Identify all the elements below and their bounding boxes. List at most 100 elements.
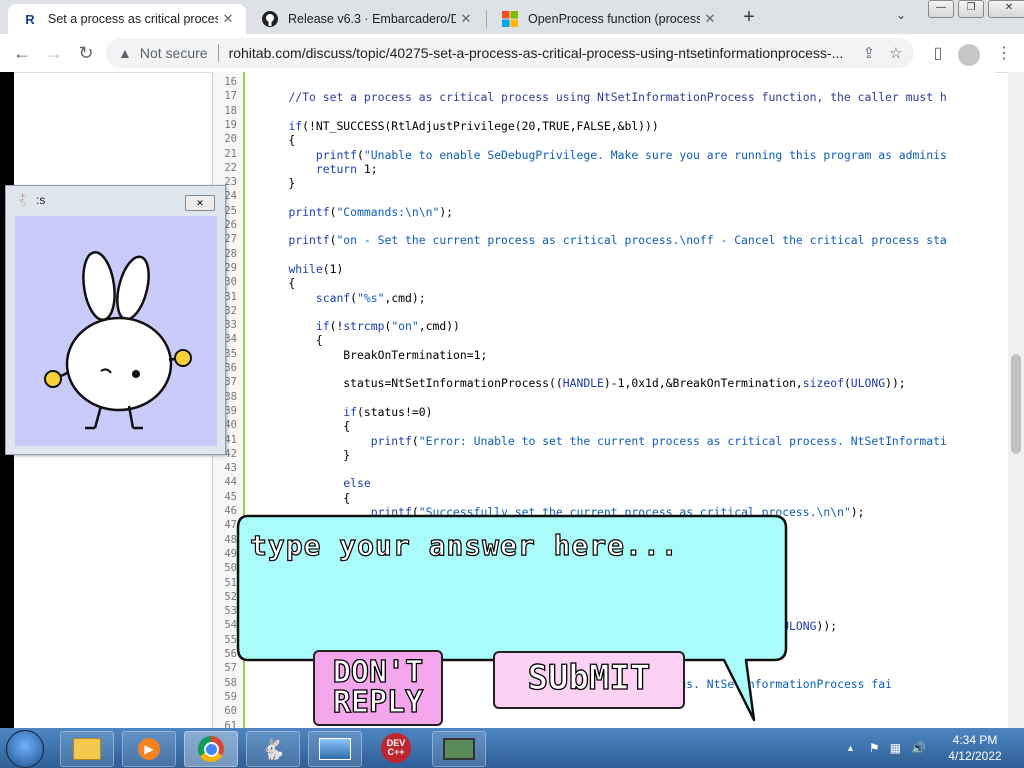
code-line: 23 } xyxy=(213,176,993,190)
url-text[interactable]: rohitab.com/discuss/topic/40275-set-a-pr… xyxy=(229,45,849,61)
close-tab-icon[interactable]: ✕ xyxy=(218,11,238,27)
network-icon[interactable]: ▦ xyxy=(890,741,901,755)
code-text: status=NtSetInformationProcess((HANDLE)-… xyxy=(261,376,906,391)
devcpp-icon: DEV C++ xyxy=(381,733,411,763)
dont-reply-button[interactable]: DON'T REPLY xyxy=(313,650,443,726)
code-text: scanf("%s",cmd); xyxy=(315,290,426,305)
kebab-menu-icon[interactable]: ⋮ xyxy=(992,42,1016,66)
share-icon[interactable]: ⇪ xyxy=(863,44,876,62)
bunny-window: 🐇 :s ✕ xyxy=(5,185,226,455)
new-tab-button[interactable]: + xyxy=(738,6,760,28)
bunny-illustration xyxy=(44,251,192,430)
address-separator xyxy=(217,44,219,62)
code-text: } xyxy=(261,447,351,462)
code-line: 30 { xyxy=(213,276,993,290)
line-number: 18 xyxy=(224,104,237,117)
line-number: 19 xyxy=(224,118,237,131)
line-number: 21 xyxy=(224,147,237,160)
tab-title: Set a process as critical process u xyxy=(48,12,218,26)
restore-button[interactable]: ❐ xyxy=(958,0,984,18)
system-taskbar-button[interactable] xyxy=(432,731,486,767)
code-text: //To set a process as critical process u… xyxy=(288,90,947,105)
line-number: 16 xyxy=(224,76,237,88)
not-secure-label[interactable]: Not secure xyxy=(140,45,208,61)
action-center-flag-icon[interactable]: ⚑ xyxy=(869,741,880,755)
window-controls: — ❐ ✕ xyxy=(928,0,1024,18)
code-text: printf("Unable to enable SeDebugPrivileg… xyxy=(315,147,947,162)
side-panel-icon[interactable]: ▯ xyxy=(926,42,950,66)
profile-avatar-icon[interactable] xyxy=(958,44,980,66)
answer-input[interactable] xyxy=(248,524,772,566)
code-text: while(1) xyxy=(288,261,344,276)
devcpp-taskbar-button[interactable]: DEV C++ xyxy=(370,731,422,765)
picture-viewer-taskbar-button[interactable] xyxy=(308,731,362,767)
code-line: 40 { xyxy=(213,419,993,433)
tab-rohitab[interactable]: R Set a process as critical process u ✕ xyxy=(8,4,246,34)
code-text: } xyxy=(261,176,296,191)
tab-github-release[interactable]: Release v6.3 · Embarcadero/Dev- ✕ xyxy=(248,4,484,34)
code-text: return 1; xyxy=(315,161,378,176)
code-text: printf("Error: Unable to set the current… xyxy=(370,433,947,448)
chrome-icon xyxy=(198,736,224,762)
code-text: if(!NT_SUCCESS(RtlAdjustPrivilege(20,TRU… xyxy=(288,118,659,133)
close-tab-icon[interactable]: ✕ xyxy=(456,11,476,27)
chrome-taskbar-button[interactable] xyxy=(184,731,238,767)
code-text: printf("on - Set the current process as … xyxy=(288,233,947,248)
code-line: 20 { xyxy=(213,133,993,147)
tab-separator xyxy=(486,10,487,28)
warning-triangle-icon[interactable]: ▲ xyxy=(118,45,132,61)
line-number: 43 xyxy=(224,462,237,475)
media-player-icon: ▶ xyxy=(138,738,160,760)
taskbar-clock[interactable]: 4:34 PM 4/12/2022 xyxy=(944,732,1006,764)
minimize-button[interactable]: — xyxy=(928,0,954,18)
code-line: 19 if(!NT_SUCCESS(RtlAdjustPrivilege(20,… xyxy=(213,119,993,133)
code-line: 26 xyxy=(213,219,993,233)
start-orb-icon[interactable] xyxy=(6,730,44,768)
code-line: 24 xyxy=(213,190,993,204)
close-tab-icon[interactable]: ✕ xyxy=(700,11,720,27)
code-line: 32 xyxy=(213,305,993,319)
bookmark-star-icon[interactable]: ☆ xyxy=(889,44,902,62)
tab-search-chevron-icon[interactable]: ⌄ xyxy=(896,8,906,22)
submit-button[interactable]: SUbMIT xyxy=(493,651,685,709)
close-window-button[interactable]: ✕ xyxy=(988,0,1024,18)
code-text: BreakOnTermination=1; xyxy=(261,347,488,362)
forward-arrow-icon[interactable]: → xyxy=(42,42,66,66)
scrollbar-thumb[interactable] xyxy=(1011,354,1021,454)
browser-toolbar: ← → ↻ ▲ Not secure rohitab.com/discuss/t… xyxy=(0,34,1024,73)
code-text: { xyxy=(261,490,351,505)
code-line: 41 printf("Error: Unable to set the curr… xyxy=(213,434,993,448)
code-line: 42 } xyxy=(213,448,993,462)
media-player-taskbar-button[interactable]: ▶ xyxy=(122,731,176,767)
bunny-app-icon: 🐇 xyxy=(16,193,31,207)
line-number: 45 xyxy=(224,490,237,503)
tab-openprocess-docs[interactable]: OpenProcess function (processth ✕ xyxy=(488,4,728,34)
code-text: { xyxy=(261,333,323,348)
address-bar[interactable]: ▲ Not secure rohitab.com/discuss/topic/4… xyxy=(106,38,914,68)
windows-taskbar: ▶ 🐇 DEV C++ ▲ ⚑ ▦ 🔊 4:34 PM 4/12/2022 xyxy=(0,728,1024,768)
code-line: 29 while(1) xyxy=(213,262,993,276)
bunny-window-close-button[interactable]: ✕ xyxy=(185,195,215,211)
tab-title: OpenProcess function (processth xyxy=(528,12,700,26)
system-tray: ▲ ⚑ ▦ 🔊 xyxy=(840,728,926,768)
tab-title: Release v6.3 · Embarcadero/Dev- xyxy=(288,12,456,26)
code-text: { xyxy=(261,133,296,148)
volume-icon[interactable]: 🔊 xyxy=(911,741,926,755)
reload-icon[interactable]: ↻ xyxy=(74,42,98,66)
page-scrollbar[interactable] xyxy=(1008,72,1024,728)
code-line: 38 xyxy=(213,391,993,405)
code-line: 27 printf("on - Set the current process … xyxy=(213,233,993,247)
line-number: 20 xyxy=(224,133,237,146)
explorer-taskbar-button[interactable] xyxy=(60,731,114,767)
tray-expand-arrow-icon[interactable]: ▲ xyxy=(846,743,855,753)
back-arrow-icon[interactable]: ← xyxy=(10,42,34,66)
code-line: 44 else xyxy=(213,476,993,490)
bunny-taskbar-button[interactable]: 🐇 xyxy=(246,731,300,767)
code-line: 35 BreakOnTermination=1; xyxy=(213,348,993,362)
code-line: 18 xyxy=(213,105,993,119)
line-number: 17 xyxy=(224,90,237,103)
code-line: 45 { xyxy=(213,491,993,505)
windows-icon xyxy=(502,11,518,27)
code-line: 21 printf("Unable to enable SeDebugPrivi… xyxy=(213,148,993,162)
picture-icon xyxy=(319,738,351,760)
